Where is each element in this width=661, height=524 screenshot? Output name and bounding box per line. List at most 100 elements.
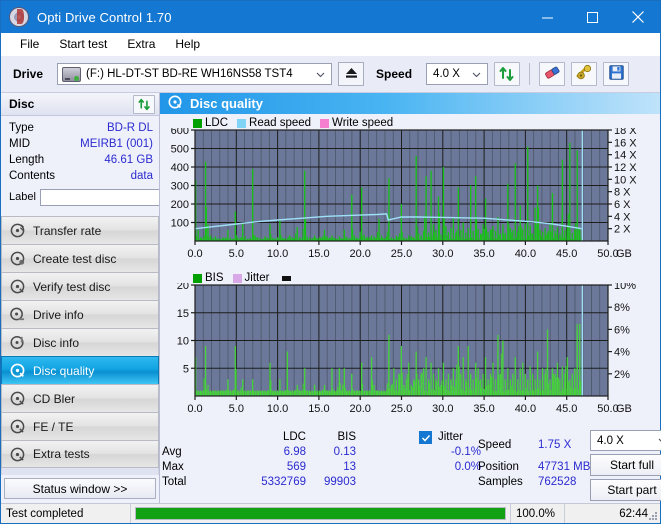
sidebar-item-disc-quality[interactable]: Disc quality bbox=[1, 356, 159, 384]
jitter-label: Jitter bbox=[438, 431, 463, 443]
drive-label: Drive bbox=[13, 67, 44, 81]
svg-text:20: 20 bbox=[177, 283, 189, 292]
svg-text:30.0: 30.0 bbox=[432, 248, 453, 260]
jitter-checkbox[interactable] bbox=[419, 431, 432, 444]
menu-file[interactable]: File bbox=[10, 35, 49, 53]
tools-button[interactable] bbox=[571, 62, 598, 86]
sidebar-item-extra-tests[interactable]: Extra tests bbox=[1, 440, 159, 468]
svg-text:300: 300 bbox=[171, 181, 189, 193]
status-window-button[interactable]: Status window >> bbox=[4, 478, 156, 499]
main-panel-header: Disc quality bbox=[160, 93, 660, 114]
stats-avg-ldc: 6.98 bbox=[283, 446, 306, 458]
stats-row-avg-label: Avg bbox=[162, 446, 182, 458]
svg-text:5: 5 bbox=[183, 363, 189, 375]
svg-text:100: 100 bbox=[171, 218, 189, 230]
disc-mid-value: MEIRB1 (001) bbox=[80, 138, 153, 150]
tools-icon bbox=[576, 64, 593, 83]
svg-text:8 X: 8 X bbox=[614, 187, 631, 199]
stats-panel: LDC BIS Jitter Avg 6.98 0.13 -0.1% Max 5… bbox=[160, 429, 661, 503]
sidebar-item-label: Verify test disc bbox=[33, 279, 111, 294]
window-title: Opti Drive Control 1.70 bbox=[37, 9, 172, 25]
disc-contents-label: Contents bbox=[9, 170, 56, 182]
svg-text:4 X: 4 X bbox=[614, 211, 631, 223]
sidebar-item-disc-info[interactable]: Disc info bbox=[1, 328, 159, 356]
sidebar-item-label: Extra tests bbox=[33, 447, 90, 461]
stats-max-ldc: 569 bbox=[286, 461, 306, 473]
disc-contents-value: data bbox=[130, 170, 153, 182]
samples-stat-label: Samples bbox=[478, 476, 523, 488]
optical-drive-icon bbox=[62, 66, 82, 82]
sidebar-item-transfer-rate[interactable]: Transfer rate bbox=[1, 216, 159, 244]
disc-icon bbox=[10, 363, 25, 378]
sidebar-item-create-test-disc[interactable]: Create test disc bbox=[1, 244, 159, 272]
ldc-speed-chart: 100 200 300 400 500 600 2 X4 X6 X8 X10 X12 X14… bbox=[171, 128, 638, 260]
disc-type-value: BD-R DL bbox=[106, 122, 153, 134]
stats-avg-jitter: -0.1% bbox=[450, 446, 481, 458]
svg-text:0.0: 0.0 bbox=[187, 403, 202, 415]
svg-text:10.0: 10.0 bbox=[267, 248, 288, 260]
disc-refresh-button[interactable] bbox=[133, 94, 155, 114]
menu-extra[interactable]: Extra bbox=[117, 35, 165, 53]
stats-row-max-label: Max bbox=[162, 461, 184, 473]
stats-total-ldc: 5332769 bbox=[261, 476, 306, 488]
svg-text:2 X: 2 X bbox=[614, 224, 631, 236]
disc-panel-header: Disc bbox=[1, 93, 159, 116]
svg-text:400: 400 bbox=[171, 162, 189, 174]
svg-text:6%: 6% bbox=[614, 324, 630, 336]
close-button[interactable] bbox=[615, 1, 660, 33]
svg-text:35.0: 35.0 bbox=[473, 248, 494, 260]
sidebar-item-fe-te[interactable]: FE / TE bbox=[1, 412, 159, 440]
refresh-button[interactable] bbox=[494, 62, 521, 86]
svg-text:18 X: 18 X bbox=[614, 128, 637, 137]
menu-help[interactable]: Help bbox=[165, 35, 210, 53]
svg-text:12 X: 12 X bbox=[614, 162, 637, 174]
speed-select-value: 4.0 X bbox=[433, 68, 460, 80]
stats-col-ldc: LDC bbox=[282, 431, 306, 443]
svg-text:25.0: 25.0 bbox=[391, 248, 412, 260]
charts-area: LDC Read speed Write speed 100 200 300 400 5… bbox=[160, 114, 660, 429]
svg-text:15.0: 15.0 bbox=[308, 403, 329, 415]
speed-stat-label: Speed bbox=[478, 439, 512, 451]
eraser-icon bbox=[544, 65, 561, 83]
svg-text:10.0: 10.0 bbox=[267, 403, 288, 415]
progress-bar bbox=[135, 507, 506, 520]
disc-icon bbox=[10, 391, 25, 406]
svg-text:35.0: 35.0 bbox=[473, 403, 494, 415]
sidebar-item-verify-test-disc[interactable]: Verify test disc bbox=[1, 272, 159, 300]
disc-label-row: Label bbox=[9, 186, 243, 208]
page-title: Disc quality bbox=[190, 96, 263, 111]
progress-percent: 100.0% bbox=[511, 504, 565, 523]
position-stat-value: 47731 MB bbox=[538, 461, 591, 473]
speed-select[interactable]: 4.0 X bbox=[426, 63, 489, 85]
start-part-button[interactable]: Start part bbox=[590, 479, 661, 501]
eject-button[interactable] bbox=[338, 62, 365, 86]
sidebar-item-cd-bler[interactable]: CD Bler bbox=[1, 384, 159, 412]
maximize-button[interactable] bbox=[570, 1, 615, 33]
legend-swatch-jitter bbox=[232, 273, 242, 283]
svg-text:200: 200 bbox=[171, 199, 189, 211]
disc-row-contents: Contents data bbox=[9, 168, 153, 184]
floppy-save-icon bbox=[608, 65, 624, 83]
disc-length-label: Length bbox=[9, 154, 45, 166]
menu-start-test[interactable]: Start test bbox=[49, 35, 117, 53]
erase-button[interactable] bbox=[539, 62, 566, 86]
test-speed-select[interactable]: 4.0 X bbox=[590, 430, 661, 451]
progress-cell bbox=[131, 504, 511, 523]
drive-toolbar: Drive (F:) HL-DT-ST BD-RE WH16NS58 TST4 … bbox=[1, 56, 660, 93]
resize-grip[interactable] bbox=[648, 511, 658, 521]
sidebar-item-label: FE / TE bbox=[33, 419, 74, 434]
start-full-button[interactable]: Start full bbox=[590, 454, 661, 476]
disc-panel-title: Disc bbox=[9, 97, 35, 111]
sidebar-item-label: CD Bler bbox=[33, 391, 76, 406]
nav-list: Transfer rate Create test disc Verify te… bbox=[1, 216, 159, 468]
disc-row-type: Type BD-R DL bbox=[9, 120, 153, 136]
stats-max-bis: 13 bbox=[343, 461, 356, 473]
svg-text:5.0: 5.0 bbox=[229, 248, 244, 260]
sidebar-item-drive-info[interactable]: Drive info bbox=[1, 300, 159, 328]
save-button[interactable] bbox=[603, 62, 630, 86]
stats-avg-bis: 0.13 bbox=[333, 446, 356, 458]
status-bar: Test completed 100.0% 62:44 bbox=[1, 503, 660, 523]
svg-text:40.0: 40.0 bbox=[515, 403, 536, 415]
drive-select[interactable]: (F:) HL-DT-ST BD-RE WH16NS58 TST4 bbox=[57, 63, 333, 85]
minimize-button[interactable] bbox=[525, 1, 570, 33]
